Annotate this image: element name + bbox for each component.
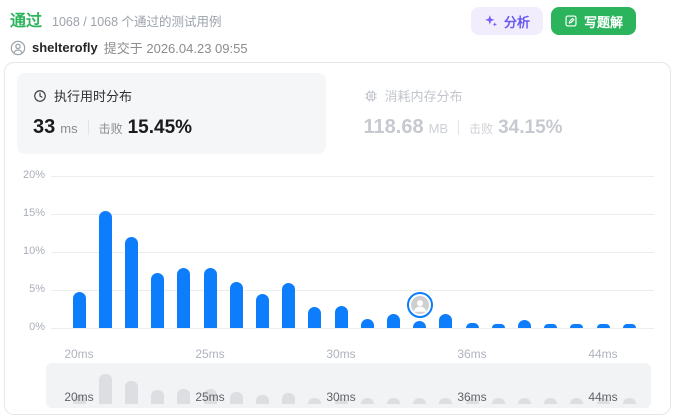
- submitter-username[interactable]: shelterofly: [32, 40, 98, 55]
- histogram-bar[interactable]: [98, 211, 112, 328]
- gridline: [51, 290, 654, 291]
- gridline: [51, 176, 654, 177]
- y-axis-tick-label: 10%: [22, 245, 45, 257]
- runtime-distribution-chart: 0% 5% 10% 15% 20% 20ms 25ms 30ms 36ms 44ms 20ms 25m…: [5, 63, 670, 414]
- histogram-bar[interactable]: [517, 319, 531, 328]
- histogram-bar[interactable]: [177, 268, 191, 328]
- minimap-bar: [282, 392, 296, 404]
- submitted-timestamp: 提交于 2026.04.23 09:55: [103, 41, 248, 56]
- minimap-tick-label: 20ms: [64, 390, 94, 404]
- analyze-button[interactable]: 分析: [470, 7, 543, 35]
- analyze-button-label: 分析: [503, 14, 530, 30]
- minimap-tick-label: 30ms: [326, 390, 356, 404]
- minimap-tick-label: 25ms: [195, 390, 225, 404]
- histogram-bar[interactable]: [282, 283, 296, 328]
- histogram-bar[interactable]: [124, 236, 138, 328]
- minimap-bar: [517, 398, 531, 404]
- user-runtime-marker[interactable]: [406, 292, 433, 318]
- histogram-bar[interactable]: [413, 321, 427, 328]
- y-axis-tick-label: 0%: [29, 321, 45, 333]
- minimap-bar: [124, 380, 138, 404]
- minimap-bar: [544, 398, 558, 404]
- write-solution-button-label: 写题解: [583, 14, 623, 30]
- histogram-bar[interactable]: [360, 318, 374, 328]
- header-actions: 分析 写题解: [470, 7, 636, 35]
- minimap-tick-label: 44ms: [588, 390, 618, 404]
- histogram-bar[interactable]: [334, 306, 348, 328]
- status-accepted-label: 通过: [10, 13, 43, 30]
- histogram-bar[interactable]: [229, 282, 243, 328]
- gridline: [51, 214, 654, 215]
- user-avatar-icon: [10, 40, 26, 56]
- histogram-bar[interactable]: [308, 306, 322, 328]
- x-axis-tick-label: 36ms: [457, 347, 487, 361]
- minimap-bar: [413, 398, 427, 404]
- histogram-bar[interactable]: [203, 268, 217, 328]
- histogram-bar[interactable]: [570, 324, 584, 328]
- histogram-bar[interactable]: [596, 324, 610, 328]
- minimap-bar: [255, 395, 269, 404]
- histogram-bar[interactable]: [622, 324, 636, 328]
- histogram-bar[interactable]: [465, 322, 479, 328]
- minimap-tick-label: 36ms: [457, 390, 487, 404]
- histogram-bar[interactable]: [544, 324, 558, 328]
- write-solution-button[interactable]: 写题解: [550, 7, 636, 35]
- gridline: [51, 328, 654, 329]
- histogram-bar[interactable]: [72, 291, 86, 328]
- histogram-bar[interactable]: [439, 313, 453, 328]
- y-axis-tick-label: 5%: [29, 283, 45, 295]
- sparkles-icon: [484, 14, 498, 28]
- minimap-bar: [386, 398, 400, 404]
- gridline: [51, 252, 654, 253]
- x-axis-tick-label: 20ms: [64, 347, 94, 361]
- distribution-panel: 执行用时分布 33 ms 击败 15.45% 消耗内存分布 118.68 MB …: [4, 62, 671, 415]
- x-axis-tick-label: 44ms: [588, 347, 618, 361]
- submitter-row: shelterofly 提交于 2026.04.23 09:55: [10, 38, 666, 57]
- histogram-bar[interactable]: [491, 324, 505, 328]
- minimap-bar: [151, 390, 165, 404]
- histogram-bar[interactable]: [386, 313, 400, 328]
- y-axis-tick-label: 15%: [22, 207, 45, 219]
- x-axis-tick-label: 25ms: [195, 347, 225, 361]
- x-axis-tick-label: 30ms: [326, 347, 356, 361]
- submission-result-page: 通过 1068 / 1068 个通过的测试用例 shelterofly 提交于 …: [0, 0, 676, 420]
- passed-testcases-summary: 1068 / 1068 个通过的测试用例: [52, 15, 222, 29]
- y-axis-tick-label: 20%: [22, 169, 45, 181]
- histogram-bar[interactable]: [255, 293, 269, 328]
- edit-icon: [564, 14, 578, 28]
- histogram-bar[interactable]: [151, 273, 165, 328]
- submission-header: 通过 1068 / 1068 个通过的测试用例 shelterofly 提交于 …: [10, 7, 666, 57]
- marker-avatar-icon: [410, 296, 429, 314]
